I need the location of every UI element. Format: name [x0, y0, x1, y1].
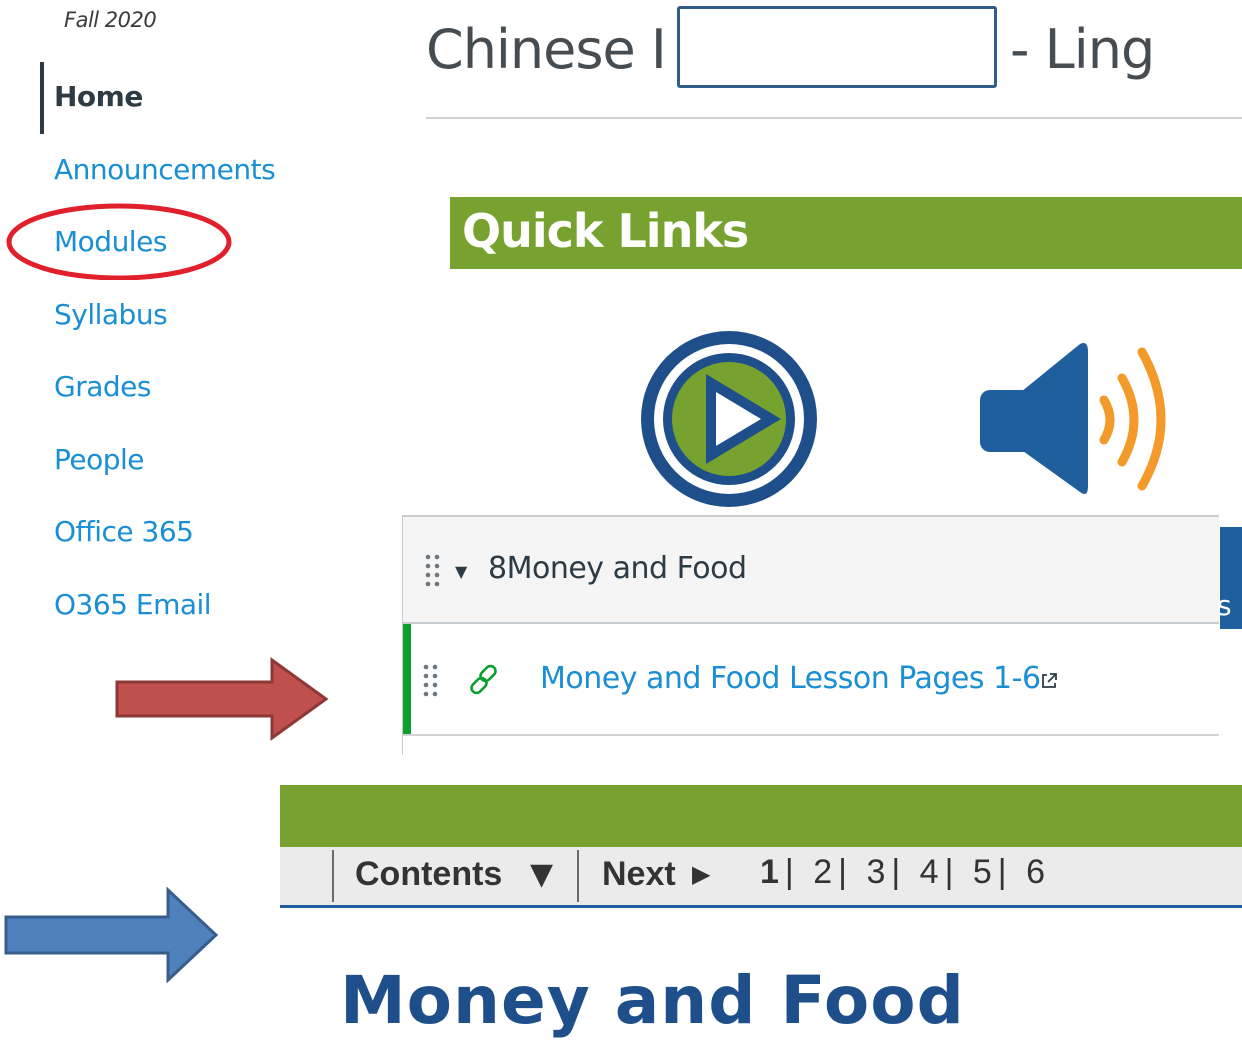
page-separator: | [891, 853, 901, 891]
sidebar-item-announcements[interactable]: Announcements [54, 153, 276, 186]
sidebar-item-o365-email[interactable]: O365 Email [54, 588, 212, 621]
modules-highlight-ellipse [6, 203, 232, 280]
quick-links-title: Quick Links [462, 204, 749, 258]
red-arrow-icon [115, 657, 329, 741]
drag-handle-icon[interactable] [421, 662, 441, 698]
speaker-icon[interactable] [976, 338, 1188, 500]
sidebar-item-office-365[interactable]: Office 365 [54, 515, 194, 548]
module-item-accent [403, 624, 411, 734]
page-title: Money and Food [340, 962, 965, 1039]
collapse-caret-icon[interactable]: ▼ [455, 562, 467, 581]
blue-arrow-icon [4, 886, 219, 984]
nav-divider [332, 850, 334, 902]
page-separator: | [838, 853, 847, 891]
header-divider [426, 117, 1242, 119]
page-separator: | [997, 853, 1007, 891]
link-icon [470, 664, 497, 695]
page-link-4[interactable]: 4 [914, 853, 945, 891]
page-link-5[interactable]: 5 [967, 853, 998, 891]
contents-dropdown-icon[interactable]: ▼ [530, 857, 553, 892]
page-link-2[interactable]: 2 [807, 853, 838, 891]
drag-handle-icon[interactable] [423, 552, 443, 588]
page-number-list: 1 | 2 | 3 | 4 | 5 | 6 [754, 853, 1051, 892]
active-nav-indicator [40, 62, 44, 134]
module-item-divider [403, 734, 1219, 736]
page-link-3[interactable]: 3 [860, 853, 891, 891]
contents-button[interactable]: Contents [355, 855, 502, 894]
next-button[interactable]: Next [602, 855, 676, 894]
sidebar-item-syllabus[interactable]: Syllabus [54, 298, 168, 331]
sidebar-item-people[interactable]: People [54, 443, 145, 476]
nav-divider [577, 850, 579, 902]
sidebar-item-home[interactable]: Home [54, 80, 143, 113]
term-label: Fall 2020 [64, 8, 157, 32]
page-separator: | [784, 853, 794, 891]
sidebar-item-grades[interactable]: Grades [54, 370, 151, 403]
page-link-1[interactable]: 1 [754, 853, 785, 891]
lesson-header-band [280, 785, 1242, 847]
play-icon[interactable] [636, 326, 822, 512]
module-name[interactable]: 8Money and Food [488, 551, 747, 586]
next-arrow-icon[interactable]: ▶ [692, 860, 710, 888]
module-item-link[interactable]: Money and Food Lesson Pages 1-6 [540, 661, 1041, 696]
page-link-6[interactable]: 6 [1020, 853, 1051, 891]
page-separator: | [944, 853, 954, 891]
redaction-box [677, 6, 997, 88]
course-title-suffix: - Ling [1010, 18, 1155, 81]
course-title-prefix: Chinese I [426, 18, 667, 81]
external-link-icon [1042, 673, 1057, 688]
